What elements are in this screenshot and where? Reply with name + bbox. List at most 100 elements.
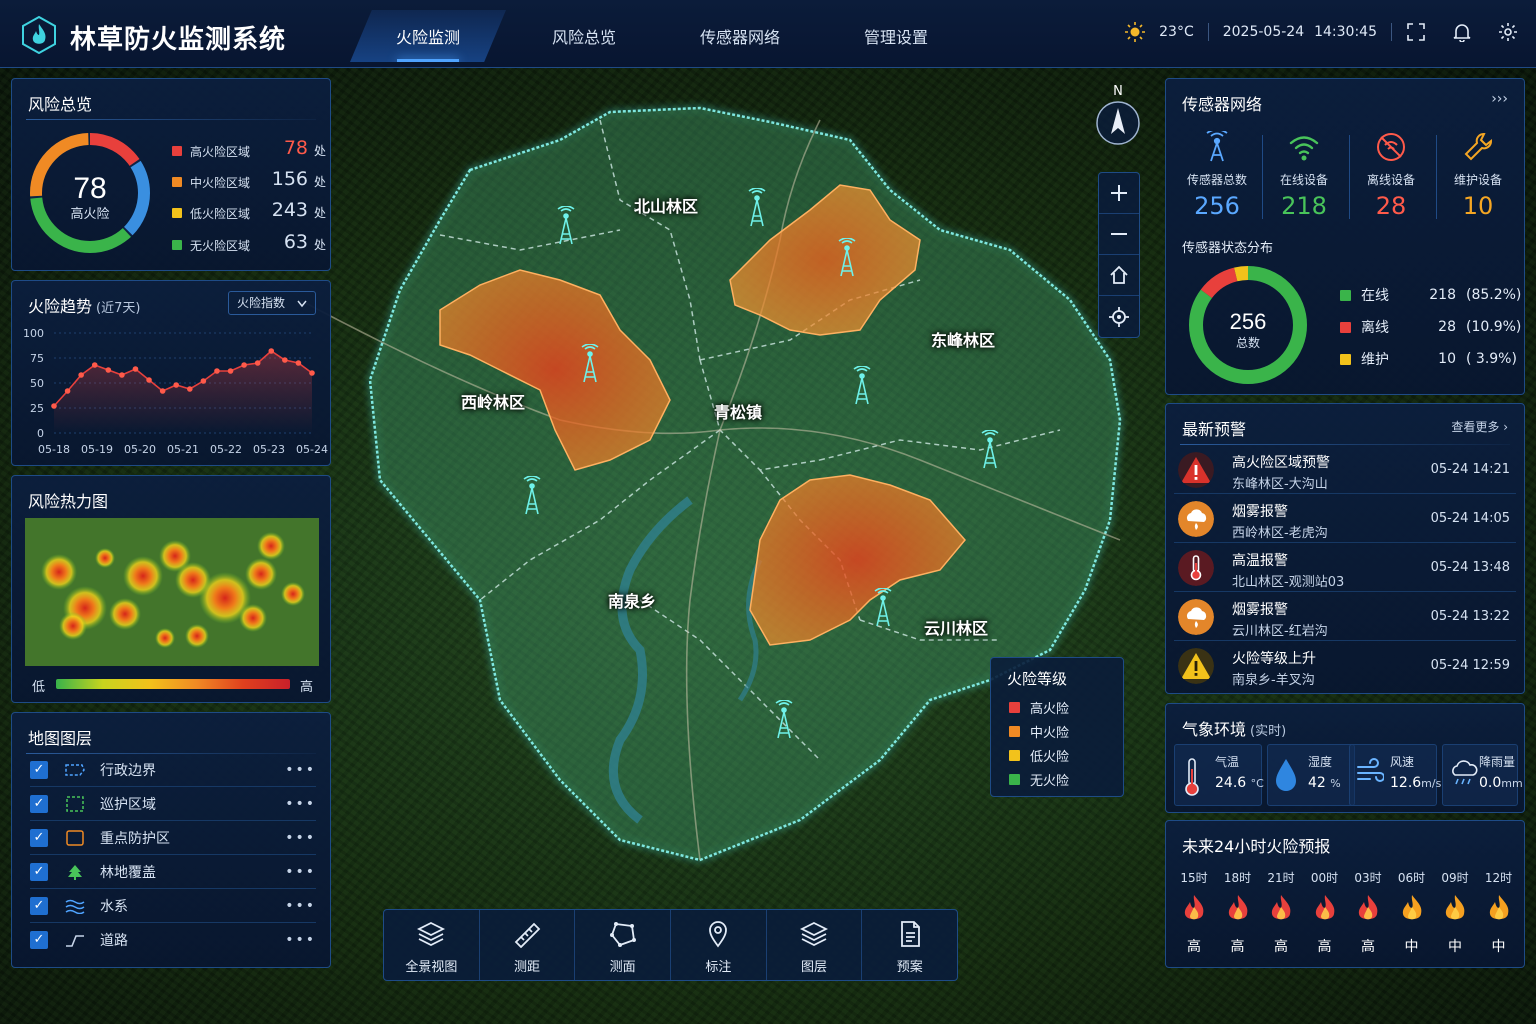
weather-card-humidity: 湿度 42 %	[1267, 744, 1355, 806]
alert-item[interactable]: 高温报警 北山林区-观测站03 05-24 13:48	[1174, 544, 1516, 592]
layer-more-button[interactable]: •••	[285, 830, 316, 846]
alert-item[interactable]: 烟雾报警 西岭林区-老虎沟 05-24 14:05	[1174, 495, 1516, 543]
layer-row-key-zone[interactable]: ✓ 重点防护区 •••	[30, 821, 316, 855]
sensor-tower-icon[interactable]	[835, 238, 859, 278]
forecast-hour: 09时	[1441, 871, 1469, 885]
tab-sensor-network[interactable]: 传感器网络	[662, 10, 818, 62]
map-layers-panel: 地图图层 ✓ 行政边界 ••• ✓ 巡护区域 ••• ✓ 重点防护区 ••• ✓…	[11, 712, 331, 968]
risk-legend-row: 无火险区域 63 处	[172, 231, 326, 254]
sensor-dist-count: 218	[1429, 287, 1456, 303]
trend-metric-select[interactable]: 火险指数	[228, 291, 316, 315]
alert-item[interactable]: 烟雾报警 云川林区-红岩沟 05-24 13:22	[1174, 593, 1516, 641]
tool-measure-area-button[interactable]: 测面	[575, 910, 672, 980]
alert-title: 烟雾报警	[1232, 602, 1288, 618]
sensor-tower-icon[interactable]	[871, 588, 895, 628]
alert-item[interactable]: 火险等级上升 南泉乡-羊叉沟 05-24 12:59	[1174, 642, 1516, 690]
home-view-button[interactable]	[1099, 255, 1139, 296]
y-tick-label: 25	[30, 402, 44, 415]
sensor-tower-icon[interactable]	[578, 344, 602, 384]
sensor-tower-icon[interactable]	[554, 206, 578, 246]
bell-icon[interactable]	[1452, 22, 1472, 42]
risk-legend-label: 无火险区域	[190, 239, 251, 253]
wrench-icon	[1464, 133, 1492, 161]
layer-more-button[interactable]: •••	[285, 932, 316, 948]
sensor-stat-label: 传感器总数	[1186, 173, 1247, 187]
fire-legend-item: 中火险	[1009, 722, 1069, 741]
weather-card-temperature: 气温 24.6 °C	[1174, 744, 1264, 806]
layer-checkbox[interactable]: ✓	[30, 931, 48, 949]
layer-row-patrol[interactable]: ✓ 巡护区域 •••	[30, 787, 316, 821]
layer-checkbox[interactable]: ✓	[30, 862, 48, 881]
fire-forecast-panel: 未来24小时火险预报 15时高 18时高 21时高 00时高 03时高 06时中 09时中 1…	[1165, 820, 1525, 968]
map-zoom-controls	[1098, 172, 1140, 338]
tool-mark-button[interactable]: 标注	[671, 910, 767, 980]
layer-row-forest[interactable]: ✓ 林地覆盖 •••	[30, 855, 316, 889]
layer-label: 林地覆盖	[100, 864, 156, 881]
sensor-tower-icon[interactable]	[850, 366, 874, 406]
gear-icon[interactable]	[1498, 22, 1518, 42]
risk-donut-chart: 78 高火险	[30, 133, 150, 253]
sensor-tower-icon[interactable]	[520, 476, 544, 516]
layer-checkbox[interactable]: ✓	[30, 896, 48, 915]
layer-more-button[interactable]: •••	[285, 796, 316, 812]
sensor-dist-count: 10	[1438, 351, 1456, 367]
fullscreen-icon[interactable]	[1406, 22, 1426, 42]
zoom-in-button[interactable]	[1099, 173, 1139, 214]
sensor-donut-value: 256	[1230, 309, 1267, 334]
layer-more-button[interactable]: •••	[285, 864, 316, 880]
trend-point	[241, 362, 247, 368]
trend-point	[159, 388, 166, 394]
risk-legend-unit: 处	[314, 144, 327, 158]
droplet-icon	[1276, 759, 1296, 791]
weather-number: 24.6	[1215, 775, 1247, 791]
zoom-out-button[interactable]	[1099, 214, 1139, 255]
layer-row-boundary[interactable]: ✓ 行政边界 •••	[30, 753, 316, 787]
sensor-tower-icon[interactable]	[978, 430, 1002, 470]
locate-button[interactable]	[1099, 296, 1139, 337]
layer-checkbox[interactable]: ✓	[30, 828, 48, 847]
trend-point	[132, 366, 139, 372]
sensor-tower-icon[interactable]	[772, 700, 796, 740]
layer-row-road[interactable]: ✓ 道路 •••	[30, 923, 316, 957]
tool-measure-distance-button[interactable]: 测距	[480, 910, 576, 980]
tab-admin-settings[interactable]: 管理设置	[818, 10, 974, 62]
sensor-more-button[interactable]: ›››	[1491, 91, 1508, 107]
sensor-network-panel: 传感器网络 ››› 传感器总数 256 在线设备 218 离线设备 28 维护设…	[1165, 78, 1525, 395]
risk-legend-row: 高火险区域 78 处	[172, 137, 326, 160]
alert-location: 西岭林区-老虎沟	[1232, 526, 1328, 541]
layer-row-water[interactable]: ✓ 水系 •••	[30, 889, 316, 923]
forecast-hour: 03时	[1354, 871, 1382, 885]
trend-point	[105, 367, 112, 373]
compass[interactable]: N	[1094, 84, 1142, 152]
layer-checkbox[interactable]: ✓	[30, 794, 48, 813]
tool-plan-button[interactable]: 预案	[862, 910, 957, 980]
ruler-icon	[514, 922, 541, 949]
tool-panorama-button[interactable]: 全景视图	[384, 910, 480, 980]
trend-point	[200, 378, 207, 384]
heatmap-gradient-bar	[56, 679, 290, 689]
tab-risk-overview[interactable]: 风险总览	[506, 10, 662, 62]
tool-layers-button[interactable]: 图层	[767, 910, 863, 980]
layer-more-button[interactable]: •••	[285, 898, 316, 914]
sensor-dist-count: 28	[1438, 319, 1456, 335]
forecast-hour: 15时	[1180, 871, 1208, 885]
layer-checkbox[interactable]: ✓	[30, 760, 48, 779]
alert-item[interactable]: 高火险区域预警 东峰林区-大沟山 05-24 14:21	[1174, 446, 1516, 494]
key-zone-icon	[66, 829, 84, 846]
weather-label: 气温	[1215, 755, 1240, 769]
chevron-down-icon	[297, 300, 307, 308]
alerts-more-link[interactable]: 查看更多 ›	[1451, 418, 1508, 435]
sensor-tower-icon[interactable]	[745, 188, 769, 228]
forecast-hour: 00时	[1310, 871, 1339, 885]
tab-fire-monitoring[interactable]: 火险监测	[350, 10, 506, 62]
weather-card-rainfall: 降雨量 0.0mm	[1442, 744, 1523, 806]
layer-more-button[interactable]: •••	[285, 762, 316, 778]
forecast-level: 高	[1317, 939, 1332, 955]
alert-time: 05-24 14:05	[1430, 511, 1510, 526]
y-tick-label: 0	[37, 427, 44, 440]
alert-location: 南泉乡-羊叉沟	[1232, 673, 1315, 688]
tree-icon	[68, 864, 82, 880]
antenna-icon	[1206, 128, 1228, 162]
forecast-level: 高	[1361, 939, 1375, 955]
risk-heatmap-panel: 风险热力图 低 高	[11, 475, 331, 703]
